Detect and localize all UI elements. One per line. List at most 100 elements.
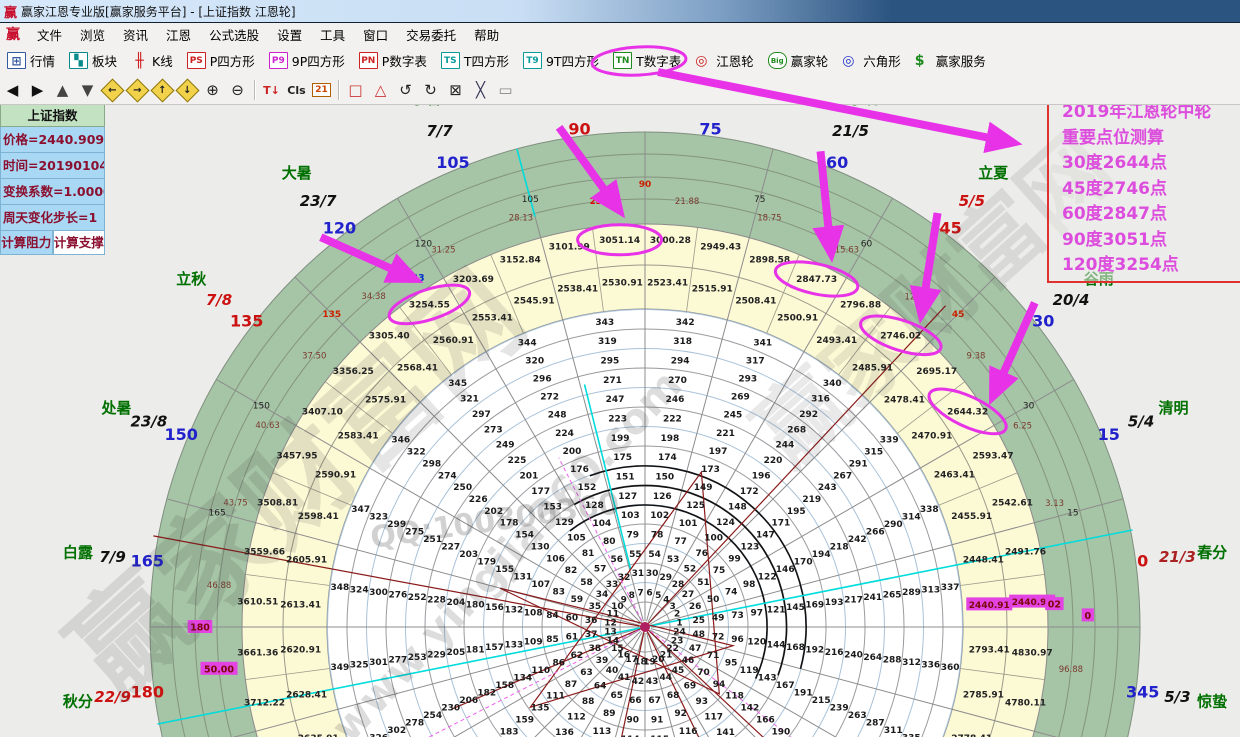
calc-support-button[interactable]: 计算支撑 (53, 231, 106, 255)
svg-text:75: 75 (754, 195, 765, 205)
menu-item-4[interactable]: 公式选股 (200, 23, 268, 46)
svg-text:190: 190 (772, 727, 791, 737)
square-tool-button[interactable]: □ (343, 78, 368, 102)
menu-item-9[interactable]: 帮助 (465, 23, 508, 46)
svg-text:3712.22: 3712.22 (244, 699, 285, 709)
svg-text:71: 71 (707, 651, 720, 661)
svg-text:0: 0 (1137, 552, 1148, 571)
t-number-table-button[interactable]: TNT数字表 (606, 48, 688, 74)
svg-text:50: 50 (707, 595, 720, 605)
delete-box-button[interactable]: ⊠ (443, 78, 468, 102)
winner-service-button[interactable]: $赢家服务 (908, 48, 993, 74)
svg-text:2508.41: 2508.41 (735, 296, 776, 306)
svg-text:226: 226 (469, 495, 488, 505)
zoom-out-button[interactable]: ⊖ (225, 78, 250, 102)
winner-wheel-button[interactable]: Big赢家轮 (761, 48, 836, 74)
calendar-button[interactable]: 21 (309, 78, 334, 102)
svg-text:349: 349 (331, 663, 350, 673)
wheel-icon: ◎ (695, 53, 712, 69)
zoom-in-button[interactable]: ⊕ (200, 78, 225, 102)
svg-text:201: 201 (520, 472, 539, 482)
svg-text:120: 120 (747, 638, 766, 648)
svg-text:7/8: 7/8 (206, 291, 232, 309)
move-left-button[interactable]: ← (100, 78, 125, 102)
rotate-cw-button[interactable]: ↻ (418, 78, 443, 102)
svg-text:249: 249 (496, 441, 515, 451)
9p-square-button[interactable]: P99P四方形 (262, 48, 352, 74)
svg-text:3051.14: 3051.14 (599, 236, 640, 246)
svg-text:197: 197 (709, 447, 728, 457)
svg-text:9.38: 9.38 (967, 352, 986, 362)
svg-text:113: 113 (593, 727, 612, 737)
svg-text:3101.99: 3101.99 (549, 243, 590, 253)
svg-text:86: 86 (553, 659, 566, 669)
p-number-table-button[interactable]: PNP数字表 (352, 48, 434, 74)
svg-text:314: 314 (902, 513, 921, 523)
svg-text:230: 230 (441, 704, 460, 714)
sectors-button[interactable]: ▚板块 (62, 48, 124, 74)
svg-text:57: 57 (594, 565, 607, 575)
triangle-tool-button[interactable]: △ (368, 78, 393, 102)
forward-button[interactable]: ▶ (25, 78, 50, 102)
menu-item-2[interactable]: 资讯 (114, 23, 157, 46)
svg-text:174: 174 (658, 453, 677, 463)
svg-text:69: 69 (684, 682, 697, 692)
svg-text:5/4: 5/4 (1128, 413, 1154, 431)
svg-text:30: 30 (1032, 311, 1054, 330)
p-square-button[interactable]: PSP四方形 (180, 48, 262, 74)
svg-text:302: 302 (387, 726, 406, 736)
svg-text:33.33: 33.33 (395, 273, 425, 284)
back-button[interactable]: ◀ (0, 78, 25, 102)
svg-text:135: 135 (230, 311, 263, 330)
svg-text:225: 225 (508, 456, 527, 466)
9t-square-button[interactable]: T99T四方形 (516, 48, 606, 74)
svg-text:2440.91: 2440.91 (969, 601, 1010, 611)
board-button[interactable]: ▭ (493, 78, 518, 102)
menu-item-0[interactable]: 文件 (28, 23, 71, 46)
TN-icon: TN (613, 52, 632, 69)
svg-text:100: 100 (704, 534, 723, 544)
svg-text:26: 26 (689, 602, 702, 612)
up-button[interactable]: ▲ (50, 78, 75, 102)
hexagon-button[interactable]: ◎六角形 (835, 48, 908, 74)
svg-text:大暑: 大暑 (282, 164, 312, 182)
svg-text:127: 127 (618, 492, 637, 502)
svg-text:84: 84 (546, 611, 559, 621)
svg-text:43: 43 (646, 677, 659, 687)
svg-text:2785.91: 2785.91 (963, 690, 1004, 700)
svg-text:168: 168 (786, 643, 805, 653)
menu-item-5[interactable]: 设置 (268, 23, 311, 46)
svg-text:119: 119 (740, 666, 759, 676)
t-square-button[interactable]: TST四方形 (434, 48, 516, 74)
svg-text:6: 6 (646, 589, 652, 599)
move-down-button[interactable]: ↓ (175, 78, 200, 102)
gann-wheel-button[interactable]: ◎江恩轮 (688, 48, 761, 74)
menu-item-3[interactable]: 江恩 (157, 23, 200, 46)
menu-item-7[interactable]: 窗口 (354, 23, 397, 46)
crosshair-button[interactable]: ╳ (468, 78, 493, 102)
menu-item-6[interactable]: 工具 (311, 23, 354, 46)
menu-item-8[interactable]: 交易委托 (397, 23, 465, 46)
winner-service-button-label: 赢家服务 (936, 51, 986, 70)
svg-text:34.38: 34.38 (361, 292, 385, 302)
move-right-button[interactable]: → (125, 78, 150, 102)
svg-text:65: 65 (611, 691, 624, 701)
svg-text:101: 101 (679, 519, 698, 529)
quotes-button[interactable]: ⊞行情 (0, 48, 62, 74)
svg-text:15: 15 (1067, 508, 1078, 518)
kline-button[interactable]: ╫K线 (124, 48, 180, 74)
big-icon: Big (768, 52, 787, 69)
svg-text:58: 58 (580, 578, 593, 588)
svg-text:20/4: 20/4 (1053, 291, 1090, 309)
svg-text:37.50: 37.50 (302, 351, 326, 361)
down-button[interactable]: ▼ (75, 78, 100, 102)
rotate-ccw-button[interactable]: ↺ (393, 78, 418, 102)
calc-resistance-button[interactable]: 计算阻力 (0, 231, 53, 255)
updown-button[interactable]: T↓ (259, 78, 284, 102)
svg-text:313: 313 (921, 585, 940, 595)
svg-text:52: 52 (684, 565, 697, 575)
annotation-line-2: 30度2644点 (1062, 151, 1240, 177)
move-up-button[interactable]: ↑ (150, 78, 175, 102)
cls-button[interactable]: Cls (284, 78, 309, 102)
menu-item-1[interactable]: 浏览 (71, 23, 114, 46)
